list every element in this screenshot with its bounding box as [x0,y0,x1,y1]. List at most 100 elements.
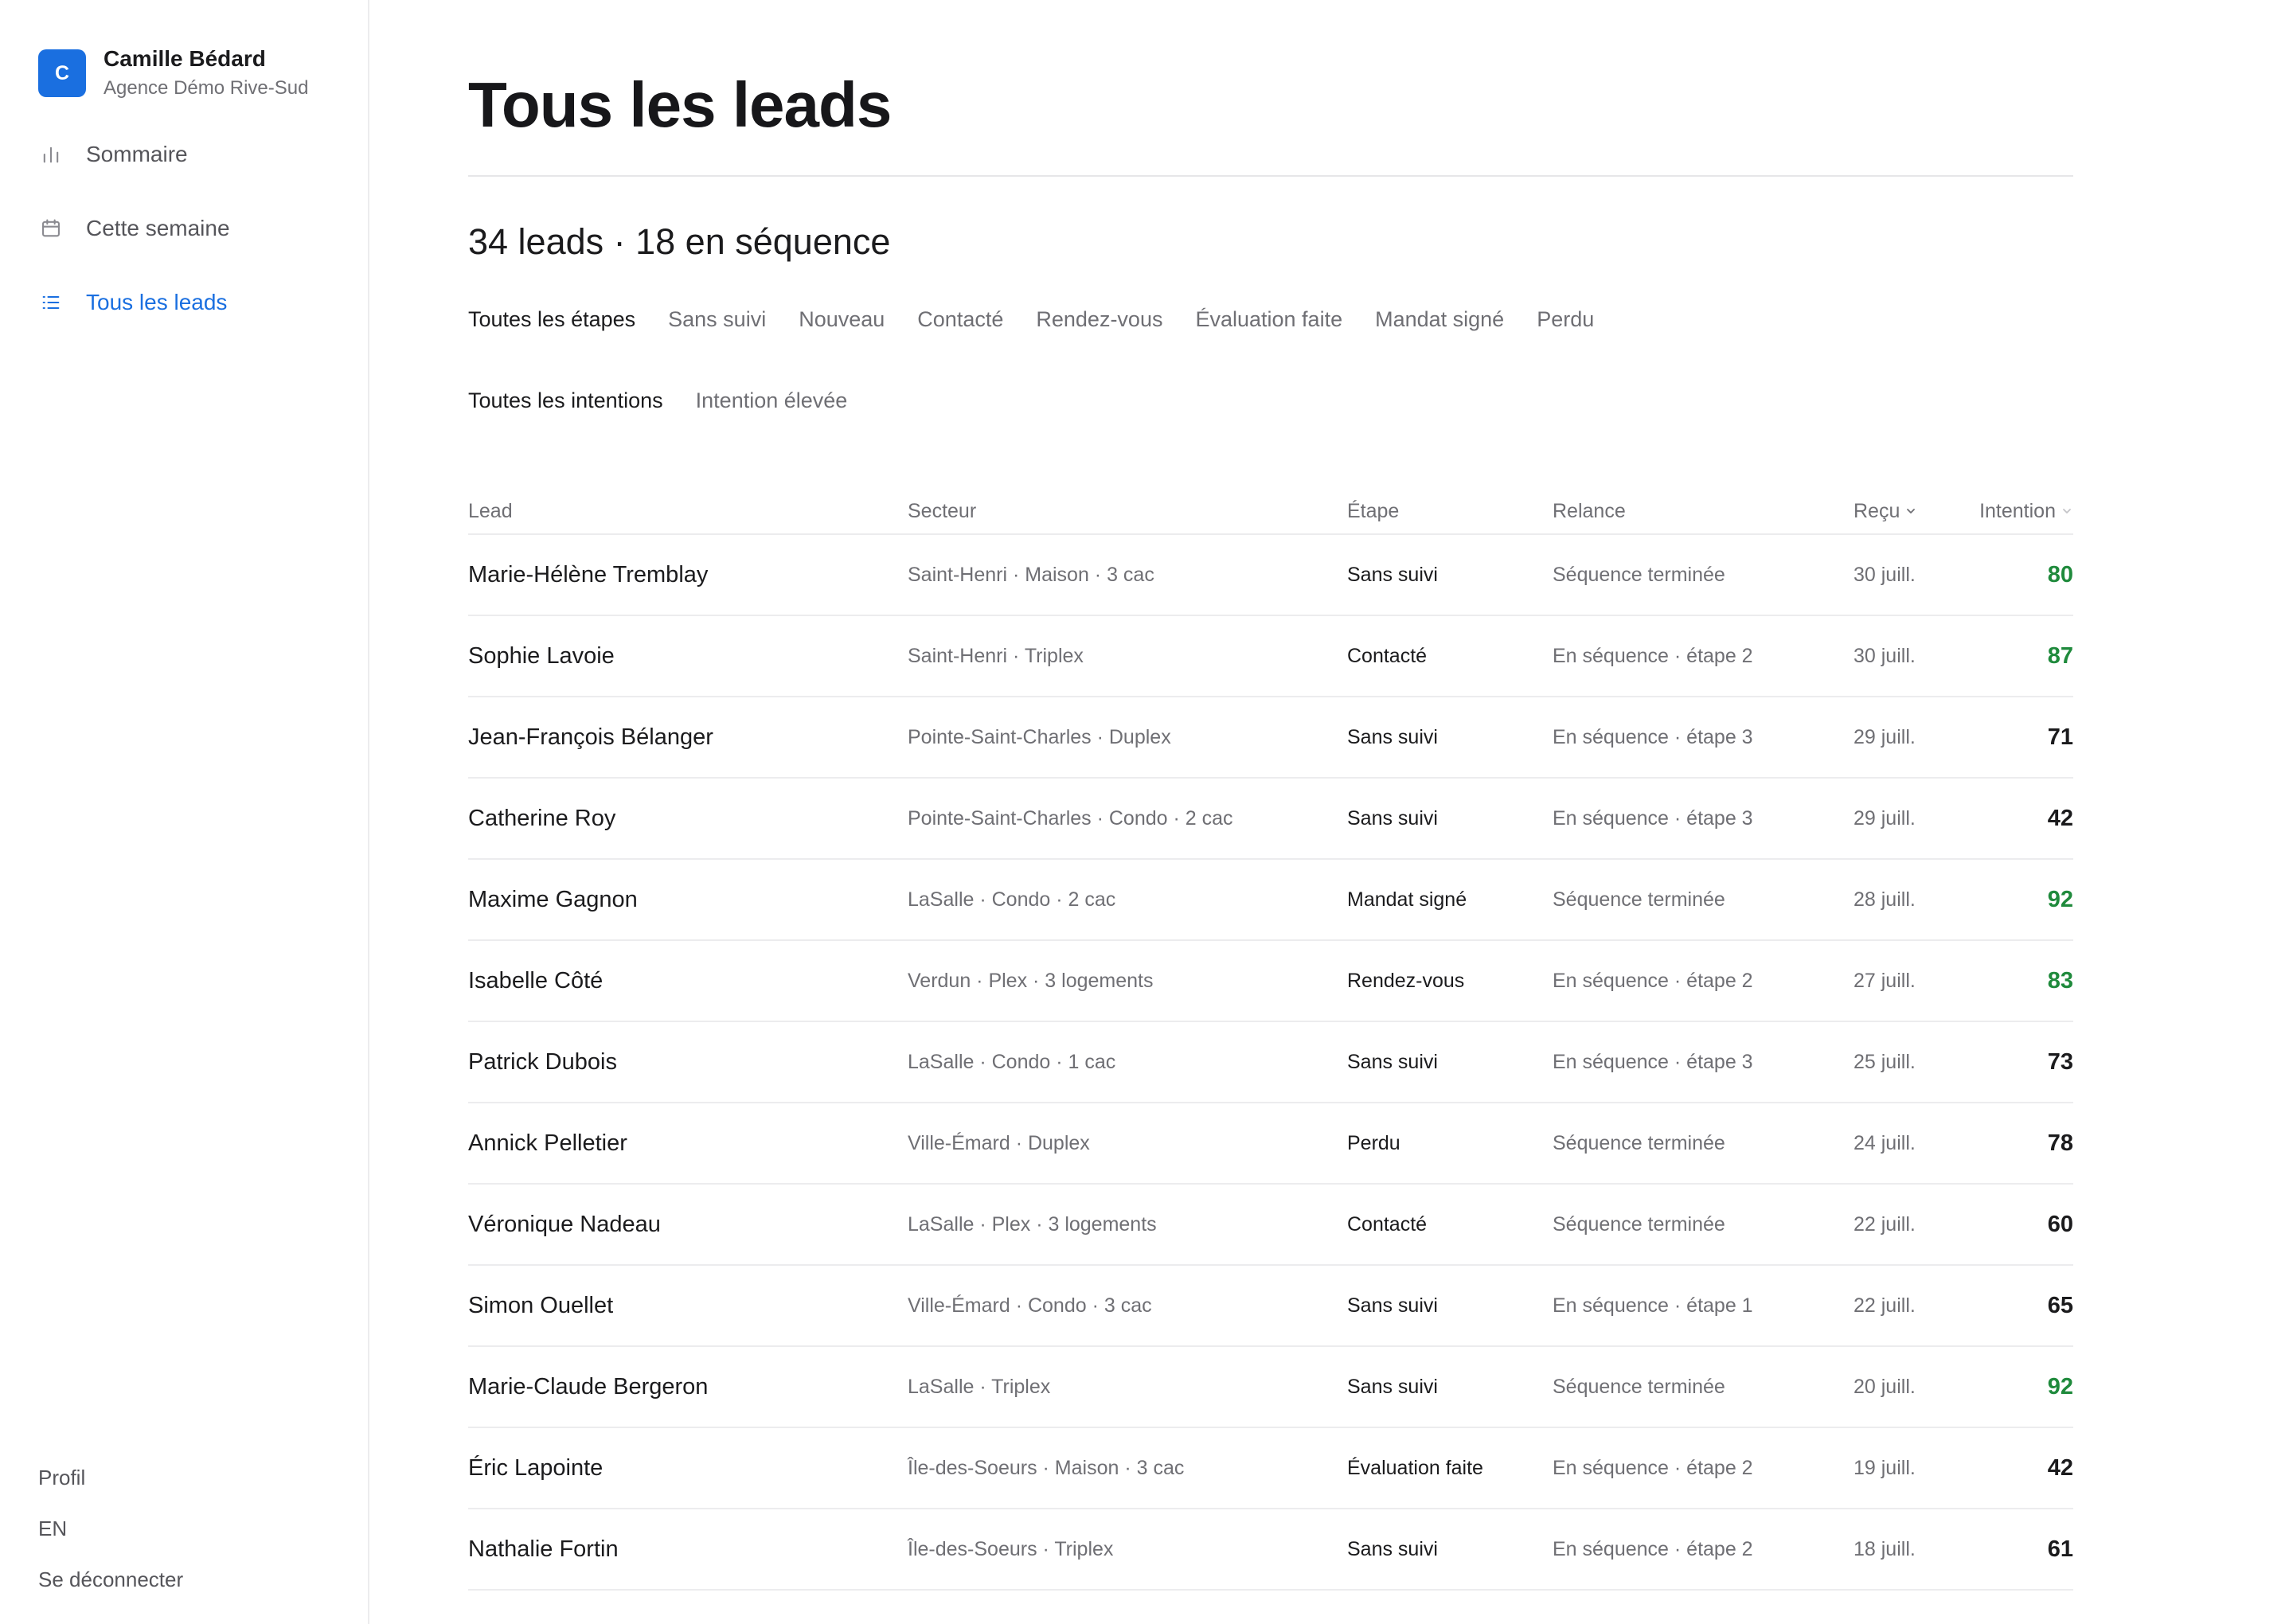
calendar-icon [38,216,64,241]
lead-sector: Pointe-Saint-Charles · Condo · 2 cac [908,806,1233,830]
column-header-intent[interactable]: Intention [1971,500,2073,523]
lead-name[interactable]: Marie-Hélène Tremblay [468,562,908,588]
stage-filter[interactable]: Sans suivi [668,307,766,332]
lead-followup: En séquence · étape 3 [1553,1050,1753,1073]
lead-sector: Île-des-Soeurs · Maison · 3 cac [908,1456,1185,1479]
table-row[interactable]: Jean-François Bélanger Pointe-Saint-Charl… [468,697,2073,779]
lead-intent-score: 61 [2047,1536,2073,1562]
chevron-down-icon [1907,509,1916,513]
lead-intent-score: 92 [2047,1373,2073,1400]
table-row[interactable]: Catherine Roy Pointe-Saint-Charles · Cond… [468,779,2073,860]
lead-followup: Séquence terminée [1553,563,1725,586]
intent-filter[interactable]: Intention élevée [696,388,848,413]
stage-filter[interactable]: Mandat signé [1375,307,1504,332]
table-row[interactable]: Véronique Nadeau LaSalle · Plex · 3 logem… [468,1185,2073,1266]
sidebar-item-label: Cette semaine [86,216,230,240]
stage-filter[interactable]: Évaluation faite [1195,307,1342,332]
lead-stage: Contacté [1347,644,1428,667]
lead-sector: LaSalle · Condo · 2 cac [908,888,1116,911]
lead-name[interactable]: Maxime Gagnon [468,887,908,913]
lead-sector: Saint-Henri · Triplex [908,644,1084,667]
lead-followup: En séquence · étape 2 [1553,1537,1753,1560]
sort-intent-button[interactable]: Intention [1979,500,2073,523]
lead-name[interactable]: Catherine Roy [468,806,908,832]
lead-received-date: 22 juill. [1854,1212,1916,1236]
table-row[interactable]: Patrick Dubois LaSalle · Condo · 1 cac San… [468,1022,2073,1103]
column-header-followup: Relance [1553,499,1626,522]
account-header[interactable]: C Camille Bédard Agence Démo Rive-Sud [38,45,368,102]
lead-received-date: 29 juill. [1854,806,1916,830]
lead-name[interactable]: Éric Lapointe [468,1455,908,1482]
stage-filter[interactable]: Contacté [917,307,1003,332]
lead-stage: Sans suivi [1347,1537,1438,1560]
stage-filter[interactable]: Rendez-vous [1036,307,1162,332]
stage-filter[interactable]: Perdu [1537,307,1594,332]
table-row[interactable]: Marie-Hélène Tremblay Saint-Henri · Maiso… [468,535,2073,616]
lead-intent-score: 80 [2047,561,2073,588]
column-header-sector: Secteur [908,499,977,522]
page-title: Tous les leads [468,69,892,140]
lead-stage: Sans suivi [1347,1050,1438,1073]
sort-received-button[interactable]: Reçu [1854,500,1917,523]
table-row[interactable]: Maxime Gagnon LaSalle · Condo · 2 cac Mand… [468,860,2073,941]
column-header-label: Reçu [1854,499,1900,522]
lead-intent-score: 73 [2047,1048,2073,1075]
stage-filter-bar: Toutes les étapes Sans suivi Nouveau Contac… [468,299,2293,339]
lead-received-date: 24 juill. [1854,1131,1916,1154]
column-header-stage: Étape [1347,499,1400,522]
lead-sector: LaSalle · Plex · 3 logements [908,1212,1157,1236]
account-text: Camille Bédard Agence Démo Rive-Sud [104,45,308,102]
profile-link[interactable]: Profil [38,1462,183,1493]
lead-name[interactable]: Nathalie Fortin [468,1536,908,1563]
lead-intent-score: 65 [2047,1292,2073,1318]
table-row[interactable]: Simon Ouellet Ville-Émard · Condo · 3 cac… [468,1266,2073,1347]
lead-followup: Séquence terminée [1553,888,1725,911]
avatar: C [38,49,86,97]
sidebar: C Camille Bédard Agence Démo Rive-Sud So… [0,0,369,1624]
lead-followup: En séquence · étape 2 [1553,969,1753,992]
sidebar-item-tous-les-leads[interactable]: Tous les leads [38,283,368,322]
lead-name[interactable]: Isabelle Côté [468,968,908,994]
table-body: Marie-Hélène Tremblay Saint-Henri · Maiso… [468,535,2073,1591]
lead-sector: Pointe-Saint-Charles · Duplex [908,725,1171,748]
table-row[interactable]: Annick Pelletier Ville-Émard · Duplex Perd… [468,1103,2073,1185]
sidebar-item-label: Sommaire [86,142,188,166]
lead-received-date: 28 juill. [1854,888,1916,911]
lead-name[interactable]: Simon Ouellet [468,1293,908,1319]
column-header-lead: Lead [468,499,513,522]
table-row[interactable]: Sophie Lavoie Saint-Henri · Triplex Contac… [468,616,2073,697]
intent-filter[interactable]: Toutes les intentions [468,388,663,413]
lead-stage: Mandat signé [1347,888,1467,911]
lead-intent-score: 87 [2047,642,2073,669]
lead-received-date: 20 juill. [1854,1375,1916,1398]
logout-link[interactable]: Se déconnecter [38,1563,183,1595]
lead-intent-score: 42 [2047,805,2073,831]
stage-filter[interactable]: Toutes les étapes [468,307,635,332]
table-row[interactable]: Marie-Claude Bergeron LaSalle · Triplex Sa… [468,1347,2073,1428]
lead-name[interactable]: Jean-François Bélanger [468,724,908,751]
lead-name[interactable]: Sophie Lavoie [468,643,908,670]
lead-followup: En séquence · étape 2 [1553,1456,1753,1479]
title-divider [468,175,2073,177]
stage-filter[interactable]: Nouveau [799,307,885,332]
sidebar-item-cette-semaine[interactable]: Cette semaine [38,209,368,248]
lead-name[interactable]: Marie-Claude Bergeron [468,1374,908,1400]
lead-intent-score: 78 [2047,1130,2073,1156]
lead-name[interactable]: Annick Pelletier [468,1130,908,1157]
lead-name[interactable]: Véronique Nadeau [468,1212,908,1238]
lead-stage: Sans suivi [1347,725,1438,748]
table-row[interactable]: Nathalie Fortin Île-des-Soeurs · Triplex S… [468,1509,2073,1591]
sidebar-item-sommaire[interactable]: Sommaire [38,135,368,174]
main-content: Tous les leads 34 leads · 18 en séquence… [369,0,2293,1624]
table-row[interactable]: Isabelle Côté Verdun · Plex · 3 logements… [468,941,2073,1022]
lead-intent-score: 92 [2047,886,2073,912]
lead-followup: En séquence · étape 1 [1553,1294,1753,1317]
sidebar-item-label: Tous les leads [86,290,228,314]
language-toggle[interactable]: EN [38,1513,183,1544]
lead-followup: Séquence terminée [1553,1131,1725,1154]
sidebar-nav: Sommaire Cette semaine Tous les leads [38,135,368,322]
lead-stage: Perdu [1347,1131,1400,1154]
column-header-received[interactable]: Reçu [1854,500,1971,523]
lead-name[interactable]: Patrick Dubois [468,1049,908,1076]
table-row[interactable]: Éric Lapointe Île-des-Soeurs · Maison · 3… [468,1428,2073,1509]
